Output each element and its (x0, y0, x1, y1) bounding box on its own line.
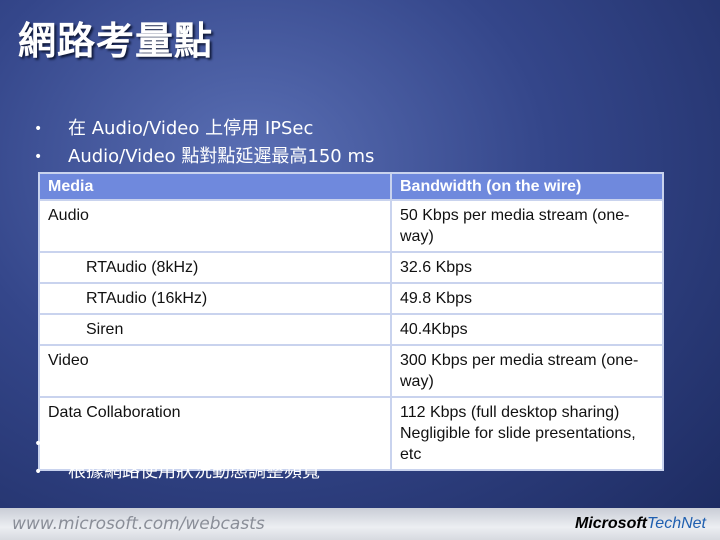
brand-technet: TechNet (647, 515, 706, 532)
bullet-icon: • (34, 149, 43, 165)
bandwidth-cell: 49.8 Kbps (390, 282, 664, 315)
bullet-icon: • (34, 436, 43, 452)
media-cell: Audio (38, 199, 392, 253)
media-cell: RTAudio (8kHz) (38, 251, 392, 284)
media-cell: RTAudio (16kHz) (38, 282, 392, 315)
table-row: RTAudio (16kHz) 49.8 Kbps (38, 282, 664, 315)
footer-bar: www.microsoft.com/webcasts MicrosoftTech… (0, 508, 720, 540)
bullet-text: 根據網路使用狀況動態調整頻寬 (68, 461, 320, 482)
bandwidth-cell: 300 Kbps per media stream (one-way) (390, 344, 664, 398)
bandwidth-cell: 32.6 Kbps (390, 251, 664, 284)
bullet-icon: • (34, 121, 43, 137)
bullet-item: • Audio/Video 點對點延遲最高150 ms (34, 143, 374, 171)
table-row: RTAudio (8kHz) 32.6 Kbps (38, 251, 664, 284)
bullet-item: • 在 Audio/Video 上停用 IPSec (34, 115, 374, 143)
bandwidth-cell: 50 Kbps per media stream (one-way) (390, 199, 664, 253)
table-row: Audio 50 Kbps per media stream (one-way) (38, 199, 664, 253)
bullet-icon: • (34, 464, 43, 480)
bullet-text: Audio/Video 點對點延遲最高150 ms (68, 146, 375, 167)
column-header-media: Media (38, 172, 392, 201)
bandwidth-cell: 40.4Kbps (390, 313, 664, 346)
webcasts-url: www.microsoft.com/webcasts (12, 514, 265, 534)
table-header-row: Media Bandwidth (on the wire) (38, 172, 664, 201)
technet-logo: MicrosoftTechNet (575, 515, 706, 533)
brand-microsoft: Microsoft (575, 515, 647, 532)
table-row: Siren 40.4Kbps (38, 313, 664, 346)
bullet-item: • 根據網路使用狀況動態調整頻寬 (34, 458, 320, 486)
table-row: Video 300 Kbps per media stream (one-way… (38, 344, 664, 398)
bandwidth-cell: 112 Kbps (full desktop sharing) Negligib… (390, 396, 664, 471)
slide-title: 網路考量點 (18, 19, 214, 63)
bullet-item: • 通話中靜音可節省頻寬 (34, 430, 320, 458)
bottom-bullet-list: • 通話中靜音可節省頻寬 • 根據網路使用狀況動態調整頻寬 (34, 430, 320, 486)
column-header-bandwidth: Bandwidth (on the wire) (390, 172, 664, 201)
top-bullet-list: • 在 Audio/Video 上停用 IPSec • Audio/Video … (34, 115, 374, 171)
bullet-text: 通話中靜音可節省頻寬 (68, 433, 248, 454)
media-cell: Video (38, 344, 392, 398)
bullet-text: 在 Audio/Video 上停用 IPSec (68, 118, 314, 139)
media-cell: Siren (38, 313, 392, 346)
bandwidth-table: Media Bandwidth (on the wire) Audio 50 K… (38, 172, 664, 471)
